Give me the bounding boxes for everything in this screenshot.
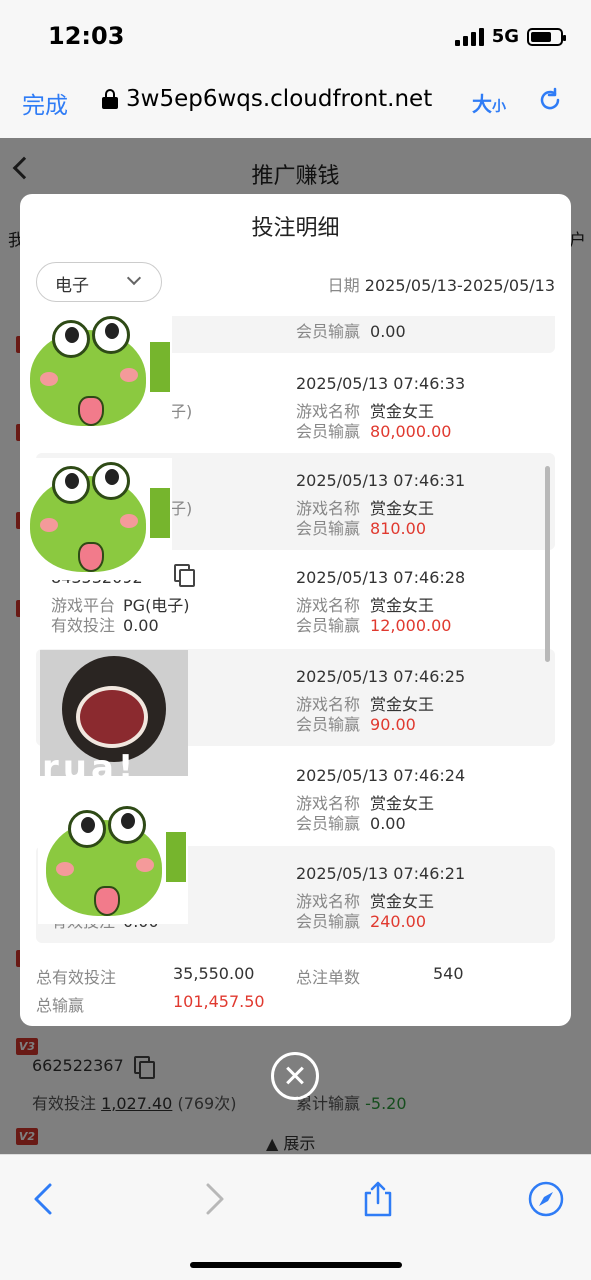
compass-icon[interactable] xyxy=(526,1179,566,1219)
lock-icon xyxy=(102,89,118,109)
date-range[interactable]: 日期 2025/05/13-2025/05/13 xyxy=(328,272,555,296)
status-bar: 12:03 5G xyxy=(0,0,591,74)
total-valid-value: 35,550.00 xyxy=(173,964,255,983)
total-valid-label: 总有效投注 xyxy=(36,968,117,987)
done-button[interactable]: 完成 xyxy=(22,86,68,120)
game-type-value: 电子 xyxy=(55,276,89,296)
status-indicators: 5G xyxy=(454,26,566,47)
scrollbar[interactable] xyxy=(545,466,550,662)
chevron-down-icon xyxy=(126,270,142,286)
bet-time: 2025/05/13 07:46:21 xyxy=(296,864,466,883)
browser-address-bar: 完成 3w5ep6wqs.cloudfront.net 大小 xyxy=(0,74,591,138)
modal-title: 投注明细 xyxy=(251,216,340,241)
close-modal-button[interactable] xyxy=(271,1052,319,1100)
copy-icon[interactable] xyxy=(174,564,195,587)
member-win: 会员输赢 90.00 xyxy=(296,715,416,734)
bet-time: 2025/05/13 07:46:24 xyxy=(296,766,466,785)
dog-sticker: rua! xyxy=(40,650,188,776)
url-text: 3w5ep6wqs.cloudfront.net xyxy=(126,86,433,112)
game-type-select[interactable]: 电子 xyxy=(36,262,162,302)
frog-sticker xyxy=(22,458,172,580)
member-win: 会员输赢 240.00 xyxy=(296,912,426,931)
battery-icon xyxy=(527,27,566,46)
forward-icon[interactable] xyxy=(194,1179,234,1219)
member-win: 会员输赢 0.00 xyxy=(296,322,406,341)
member-win: 会员输赢 0.00 xyxy=(296,814,406,833)
signal-icon xyxy=(454,27,484,46)
valid-bet: 有效投注0.00 xyxy=(51,616,159,635)
total-win-value: 101,457.50 xyxy=(173,992,265,1011)
total-win-label: 总输赢 xyxy=(36,996,85,1015)
frog-sticker xyxy=(38,802,188,924)
frog-sticker xyxy=(22,312,172,434)
status-time: 12:03 xyxy=(48,22,125,50)
member-win: 会员输赢 810.00 xyxy=(296,519,426,538)
bet-time: 2025/05/13 07:46:33 xyxy=(296,374,466,393)
reload-icon[interactable] xyxy=(536,86,564,114)
network-label: 5G xyxy=(491,26,519,47)
bet-time: 2025/05/13 07:46:28 xyxy=(296,568,466,587)
url-field[interactable]: 3w5ep6wqs.cloudfront.net xyxy=(102,86,432,112)
bet-time: 2025/05/13 07:46:31 xyxy=(296,471,466,490)
text-size-button[interactable]: 大小 xyxy=(472,88,506,117)
home-indicator xyxy=(190,1262,402,1268)
back-icon[interactable] xyxy=(24,1179,64,1219)
sticker-text: rua! xyxy=(42,748,138,776)
member-win: 会员输赢 12,000.00 xyxy=(296,616,452,635)
platform-partial: 子) xyxy=(170,499,193,518)
platform-partial: 子) xyxy=(170,402,193,421)
bet-time: 2025/05/13 07:46:25 xyxy=(296,667,466,686)
share-icon[interactable] xyxy=(358,1179,398,1219)
member-win: 会员输赢 80,000.00 xyxy=(296,422,452,441)
total-count-label: 总注单数 xyxy=(296,968,361,987)
total-count-value: 540 xyxy=(433,964,464,983)
